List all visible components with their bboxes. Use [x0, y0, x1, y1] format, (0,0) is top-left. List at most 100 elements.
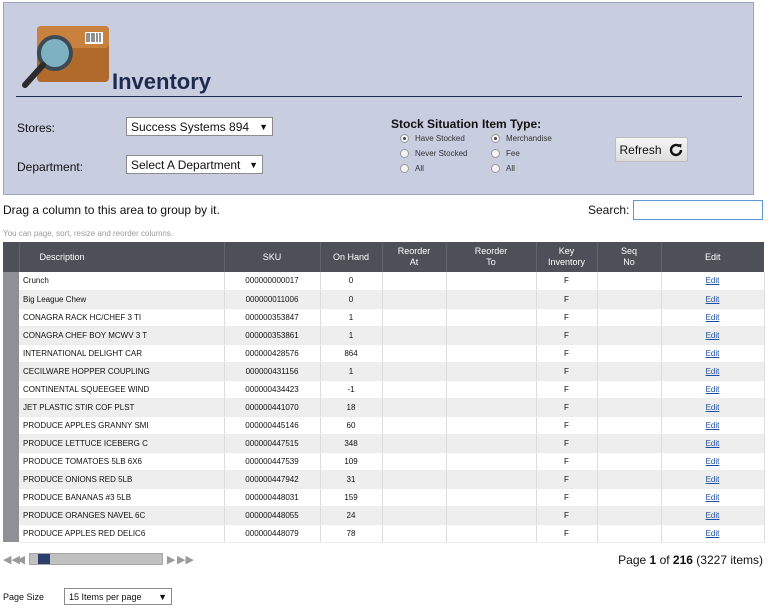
edit-link[interactable]: Edit — [706, 331, 720, 340]
edit-link[interactable]: Edit — [706, 511, 720, 520]
edit-link[interactable]: Edit — [706, 349, 720, 358]
column-header-description[interactable]: Description — [18, 242, 224, 272]
edit-link[interactable]: Edit — [706, 295, 720, 304]
cell-sku: 000000434423 — [224, 380, 321, 399]
radio-stock-all[interactable]: All — [400, 164, 424, 173]
edit-link[interactable]: Edit — [706, 439, 720, 448]
column-header-on-hand[interactable]: On Hand — [319, 242, 382, 272]
last-page-icon[interactable]: ▶▶ — [177, 553, 194, 566]
table-row[interactable]: PRODUCE ONIONS RED 5LB 000000447942 31 F Edi… — [3, 470, 765, 489]
radio-label: All — [506, 164, 515, 173]
refresh-label: Refresh — [619, 142, 662, 157]
edit-link[interactable]: Edit — [706, 403, 720, 412]
table-row[interactable]: CONTINENTAL SQUEEGEE WIND 000000434423 -1 F… — [3, 380, 765, 399]
department-label: Department: — [17, 160, 84, 174]
cell-description: PRODUCE LETTUCE ICEBERG C — [19, 434, 225, 453]
stores-select[interactable]: Success Systems 894 ▼ — [126, 117, 273, 136]
edit-link[interactable]: Edit — [706, 313, 720, 322]
column-header-reorder-at[interactable]: Reorder At — [381, 242, 446, 272]
cell-seq — [597, 434, 662, 453]
cell-reorder-at — [382, 416, 447, 435]
radio-merchandise[interactable]: Merchandise — [491, 134, 552, 143]
column-header-text: Reorder To — [474, 246, 508, 267]
filter-panel: Inventory Stores: Success Systems 894 ▼ … — [3, 2, 754, 195]
cell-on-hand: -1 — [320, 380, 383, 399]
grid-header-gutter — [3, 242, 19, 272]
cell-edit: Edit — [661, 470, 765, 489]
table-row[interactable]: JET PLASTIC STIR COF PLST 000000441070 18 F… — [3, 398, 765, 417]
cell-key: F — [536, 272, 598, 291]
department-select[interactable]: Select A Department ▼ — [126, 155, 263, 174]
cell-sku: 000000447942 — [224, 470, 321, 489]
row-gutter — [3, 434, 19, 452]
search-input[interactable] — [633, 200, 763, 220]
cell-edit: Edit — [661, 326, 765, 345]
search-label: Search: — [588, 203, 630, 217]
prev-page-icon[interactable]: ◀ — [15, 553, 27, 566]
page-size-select[interactable]: 15 Items per page ▼ — [64, 588, 172, 605]
radio-have-stocked[interactable]: Have Stocked — [400, 134, 465, 143]
cell-edit: Edit — [661, 416, 765, 435]
cell-on-hand: 348 — [320, 434, 383, 453]
table-row[interactable]: Crunch 000000000017 0 F Edit — [3, 272, 765, 291]
edit-link[interactable]: Edit — [706, 276, 720, 285]
table-row[interactable]: INTERNATIONAL DELIGHT CAR 000000428576 864… — [3, 344, 765, 363]
cell-reorder-at — [382, 524, 447, 543]
cell-seq — [597, 326, 662, 345]
edit-link[interactable]: Edit — [706, 457, 720, 466]
cell-sku: 000000448055 — [224, 506, 321, 525]
cell-reorder-to — [446, 326, 537, 345]
radio-label: All — [415, 164, 424, 173]
page-scrollbar[interactable] — [28, 553, 164, 565]
table-row[interactable]: CONAGRA RACK HC/CHEF 3 TI 000000353847 1 F E… — [3, 308, 765, 327]
column-header-sku[interactable]: SKU — [223, 242, 320, 272]
cell-sku: 000000000017 — [224, 272, 321, 291]
table-row[interactable]: CONAGRA CHEF BOY MCWV 3 T 000000353861 1 F E… — [3, 326, 765, 345]
cell-description: PRODUCE TOMATOES 5LB 6X6 — [19, 452, 225, 471]
page-scroll-thumb[interactable] — [37, 554, 50, 564]
cell-description: PRODUCE APPLES RED DELIC6 — [19, 524, 225, 543]
radio-dot — [491, 134, 500, 143]
edit-link[interactable]: Edit — [706, 385, 720, 394]
cell-reorder-to — [446, 308, 537, 327]
column-header-edit[interactable]: Edit — [660, 242, 764, 272]
column-header-seq-no[interactable]: Seq No — [596, 242, 661, 272]
table-row[interactable]: PRODUCE TOMATOES 5LB 6X6 000000447539 109 F… — [3, 452, 765, 471]
refresh-button[interactable]: Refresh — [615, 137, 688, 162]
cell-description: Big League Chew — [19, 290, 225, 309]
cell-seq — [597, 524, 662, 543]
radio-type-all[interactable]: All — [491, 164, 515, 173]
table-row[interactable]: PRODUCE ORANGES NAVEL 6C 000000448055 24 F E… — [3, 506, 765, 525]
edit-link[interactable]: Edit — [706, 367, 720, 376]
edit-link[interactable]: Edit — [706, 529, 720, 538]
edit-link[interactable]: Edit — [706, 475, 720, 484]
table-row[interactable]: PRODUCE BANANAS #3 5LB 000000448031 159 F Ed… — [3, 488, 765, 507]
edit-link[interactable]: Edit — [706, 493, 720, 502]
edit-link[interactable]: Edit — [706, 421, 720, 430]
cell-reorder-to — [446, 488, 537, 507]
grid-hint: You can page, sort, resize and reorder c… — [3, 229, 174, 238]
column-header-key-inventory[interactable]: Key Inventory — [535, 242, 597, 272]
column-header-reorder-to[interactable]: Reorder To — [445, 242, 536, 272]
cell-on-hand: 31 — [320, 470, 383, 489]
cell-key: F — [536, 362, 598, 381]
cell-key: F — [536, 398, 598, 417]
table-row[interactable]: Big League Chew 000000011006 0 F Edit — [3, 290, 765, 309]
cell-edit: Edit — [661, 290, 765, 309]
table-row[interactable]: PRODUCE LETTUCE ICEBERG C 000000447515 348… — [3, 434, 765, 453]
table-row[interactable]: CECILWARE HOPPER COUPLING 000000431156 1 F E… — [3, 362, 765, 381]
cell-on-hand: 864 — [320, 344, 383, 363]
table-row[interactable]: PRODUCE APPLES RED DELIC6 000000448079 78 F… — [3, 524, 765, 543]
radio-never-stocked[interactable]: Never Stocked — [400, 149, 467, 158]
stock-situation-title: Stock Situation — [391, 117, 479, 131]
row-gutter — [3, 326, 19, 344]
radio-fee[interactable]: Fee — [491, 149, 520, 158]
radio-label: Never Stocked — [415, 149, 468, 158]
table-row[interactable]: PRODUCE APPLES GRANNY SMI 000000445146 60 F… — [3, 416, 765, 435]
row-gutter — [3, 308, 19, 326]
cell-seq — [597, 398, 662, 417]
cell-seq — [597, 290, 662, 309]
next-page-icon[interactable]: ▶ — [165, 553, 177, 566]
first-page-icon[interactable]: ◀◀ — [3, 553, 20, 566]
group-by-drop-area[interactable]: Drag a column to this area to group by i… — [3, 203, 220, 217]
